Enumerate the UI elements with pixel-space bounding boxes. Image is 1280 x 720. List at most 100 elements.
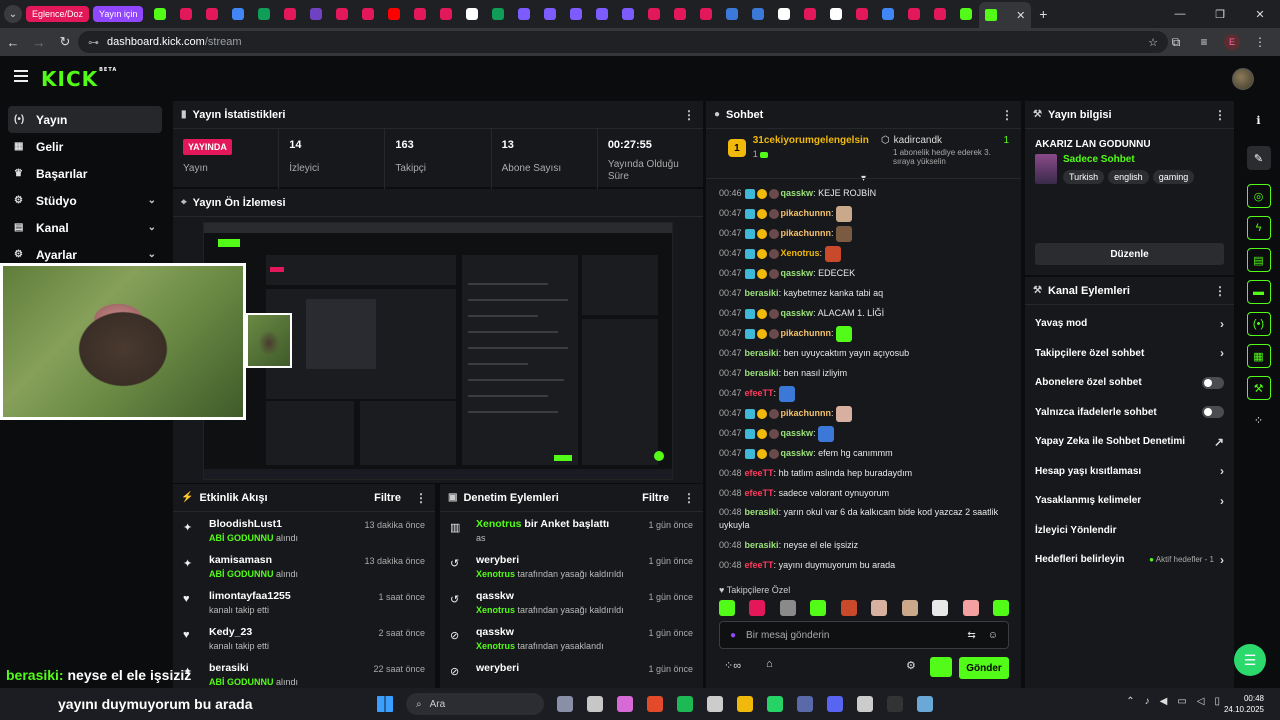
chat-username[interactable]: efeeTT (745, 388, 774, 398)
extensions-icon[interactable]: ⧉ (1162, 30, 1190, 54)
activity-item[interactable]: ✦ BloodishLust1 ABİ GODUNNU alındı 13 da… (173, 512, 435, 548)
more-icon[interactable]: ⋮ (1001, 108, 1013, 122)
apps-icon[interactable]: ⁘ (1247, 408, 1271, 432)
channel-action-row[interactable]: Yasaklanmış kelimeler › (1025, 486, 1234, 516)
tab-favicon[interactable] (641, 0, 667, 28)
channel-action-row[interactable]: İzleyici Yönlendir (1025, 516, 1234, 546)
media-icon[interactable]: ≡ (1190, 30, 1218, 54)
taskbar-app-icon[interactable] (670, 689, 700, 719)
channel-action-row[interactable]: Hesap yaşı kısıtlaması › (1025, 457, 1234, 487)
tab-favicon[interactable] (693, 0, 719, 28)
new-tab-button[interactable]: + (1031, 6, 1055, 22)
pencil-icon[interactable]: ✎ (1246, 146, 1271, 170)
moderation-item[interactable]: ↺ weryberi Xenotrus tarafından yasağı ka… (440, 548, 703, 584)
category-name[interactable]: Sadece Sohbet (1063, 154, 1198, 165)
chat-username[interactable]: qasskw (781, 188, 814, 198)
tab-favicon[interactable] (485, 0, 511, 28)
taskbar-app-icon[interactable] (850, 689, 880, 719)
activity-user[interactable]: Kedy_23 (209, 626, 269, 638)
lightning-icon[interactable]: ϟ (1246, 216, 1271, 240)
forward-icon[interactable]: → (26, 29, 52, 55)
chat-message[interactable]: 00:47 pikachunnn: (706, 323, 1021, 343)
tab-favicon[interactable] (537, 0, 563, 28)
volume-icon[interactable]: ◁ (1197, 696, 1205, 707)
tab-favicon[interactable] (849, 0, 875, 28)
chat-message[interactable]: 00:47 efeeTT: (706, 383, 1021, 403)
back-icon[interactable]: ← (0, 29, 26, 55)
tab-favicon[interactable] (927, 0, 953, 28)
sidebar-item-gelir[interactable]: ▦ Gelir (8, 133, 162, 160)
channel-action-row[interactable]: Yavaş mod › (1025, 309, 1234, 339)
bookmark-star-icon[interactable]: ☆ (1148, 36, 1158, 49)
chat-settings-icon[interactable]: ⚙ (906, 659, 916, 672)
taskbar-app-icon[interactable] (700, 689, 730, 719)
more-icon[interactable]: ⋮ (415, 491, 427, 505)
tab-favicon[interactable] (719, 0, 745, 28)
chat-username[interactable]: berasiki (745, 507, 779, 517)
second-user-name[interactable]: kadircandk (894, 135, 942, 146)
chat-message[interactable]: 00:47 berasiki: kaybetmez kanka tabi aq (706, 283, 1021, 303)
store-icon[interactable]: ⌂ (766, 658, 773, 670)
moderation-user[interactable]: qasskw (476, 590, 514, 602)
url-input[interactable]: ⊶ dashboard.kick.com/stream ☆ (78, 31, 1168, 53)
info-icon[interactable]: ℹ (1247, 108, 1271, 132)
tab-favicon[interactable] (771, 0, 797, 28)
activity-user[interactable]: BloodishLust1 (209, 518, 298, 530)
taskbar-search[interactable]: ⌕ Ara (406, 693, 544, 715)
more-icon[interactable]: ⋮ (683, 491, 695, 505)
chat-message[interactable]: 00:48 efeeTT: hb tatlım aslında hep burad… (706, 463, 1021, 483)
battery-icon[interactable]: ▯ (1214, 696, 1220, 707)
chat-message[interactable]: 00:47 qasskw: ALACAM 1. LİĞİ (706, 303, 1021, 323)
close-tab-icon[interactable]: ✕ (1016, 9, 1025, 22)
taskbar-app-icon[interactable] (610, 689, 640, 719)
tab-favicon[interactable] (667, 0, 693, 28)
chevron-up-icon[interactable]: ⌃ (1126, 696, 1134, 707)
emote-icon[interactable] (749, 600, 766, 616)
chat-message[interactable]: 00:47 pikachunnn: (706, 403, 1021, 423)
windows-start-icon[interactable] (370, 689, 400, 719)
taskbar-app-icon[interactable] (550, 689, 580, 719)
emote-icon[interactable] (901, 600, 918, 616)
taskbar-app-icon[interactable] (820, 689, 850, 719)
chat-message[interactable]: 00:46 qasskw: KEJE ROJBİN (706, 183, 1021, 203)
channel-action-row[interactable]: Abonelere özel sohbet (1025, 368, 1234, 398)
chat-username[interactable]: qasskw (781, 268, 814, 278)
reload-icon[interactable]: ↻ (52, 29, 78, 55)
chat-username[interactable]: berasiki (745, 288, 779, 298)
tab-favicon[interactable] (589, 0, 615, 28)
more-icon[interactable]: ⋮ (683, 108, 695, 122)
chat-message[interactable]: 00:47 pikachunnn: (706, 203, 1021, 223)
filter-button[interactable]: Filtre (374, 492, 401, 504)
tab-search-icon[interactable]: ⌄ (4, 5, 22, 23)
tab-favicon[interactable] (303, 0, 329, 28)
minimize-icon[interactable]: — (1160, 0, 1200, 28)
chat-username[interactable]: qasskw (781, 428, 814, 438)
emote-icon[interactable] (871, 600, 888, 616)
chat-username[interactable]: pikachunnn (781, 328, 832, 338)
channel-action-row[interactable]: Hedefleri belirleyin ● Aktif hedefler - 1… (1025, 545, 1234, 575)
tab-favicon[interactable] (329, 0, 355, 28)
tab-favicon[interactable] (563, 0, 589, 28)
tab-favicon[interactable] (901, 0, 927, 28)
mic-icon[interactable]: ● (730, 630, 736, 641)
channel-action-row[interactable]: Yalnızca ifadelerle sohbet (1025, 398, 1234, 428)
chat-username[interactable]: Xenotrus (781, 248, 820, 258)
top-gifter-name[interactable]: 31cekiyorumgelengelsin (753, 135, 871, 146)
chat-username[interactable]: berasiki (745, 368, 779, 378)
activity-item[interactable]: ✦ kamisamasn ABİ GODUNNU alındı 13 dakik… (173, 548, 435, 584)
emote-icon[interactable] (810, 600, 827, 616)
activity-item[interactable]: ✦ berasiki ABİ GODUNNU alındı 22 saat ön… (173, 656, 435, 688)
user-avatar[interactable] (1232, 68, 1254, 90)
toggle-switch[interactable] (1202, 376, 1224, 389)
mic-icon[interactable]: ♪ (1145, 696, 1150, 707)
emoji-icon[interactable]: ☺ (988, 630, 998, 641)
chat-message[interactable]: 00:47 pikachunnn: (706, 223, 1021, 243)
browser-menu-icon[interactable]: ⋮ (1246, 30, 1274, 54)
tab-favicon[interactable] (953, 0, 979, 28)
profile-button[interactable]: E (1218, 30, 1246, 54)
tab-favicon[interactable] (511, 0, 537, 28)
activity-user[interactable]: limontayfaa1255 (209, 590, 291, 602)
emote-icon[interactable] (840, 600, 857, 616)
taskbar-app-icon[interactable] (790, 689, 820, 719)
kick-bot-icon[interactable] (930, 657, 952, 677)
